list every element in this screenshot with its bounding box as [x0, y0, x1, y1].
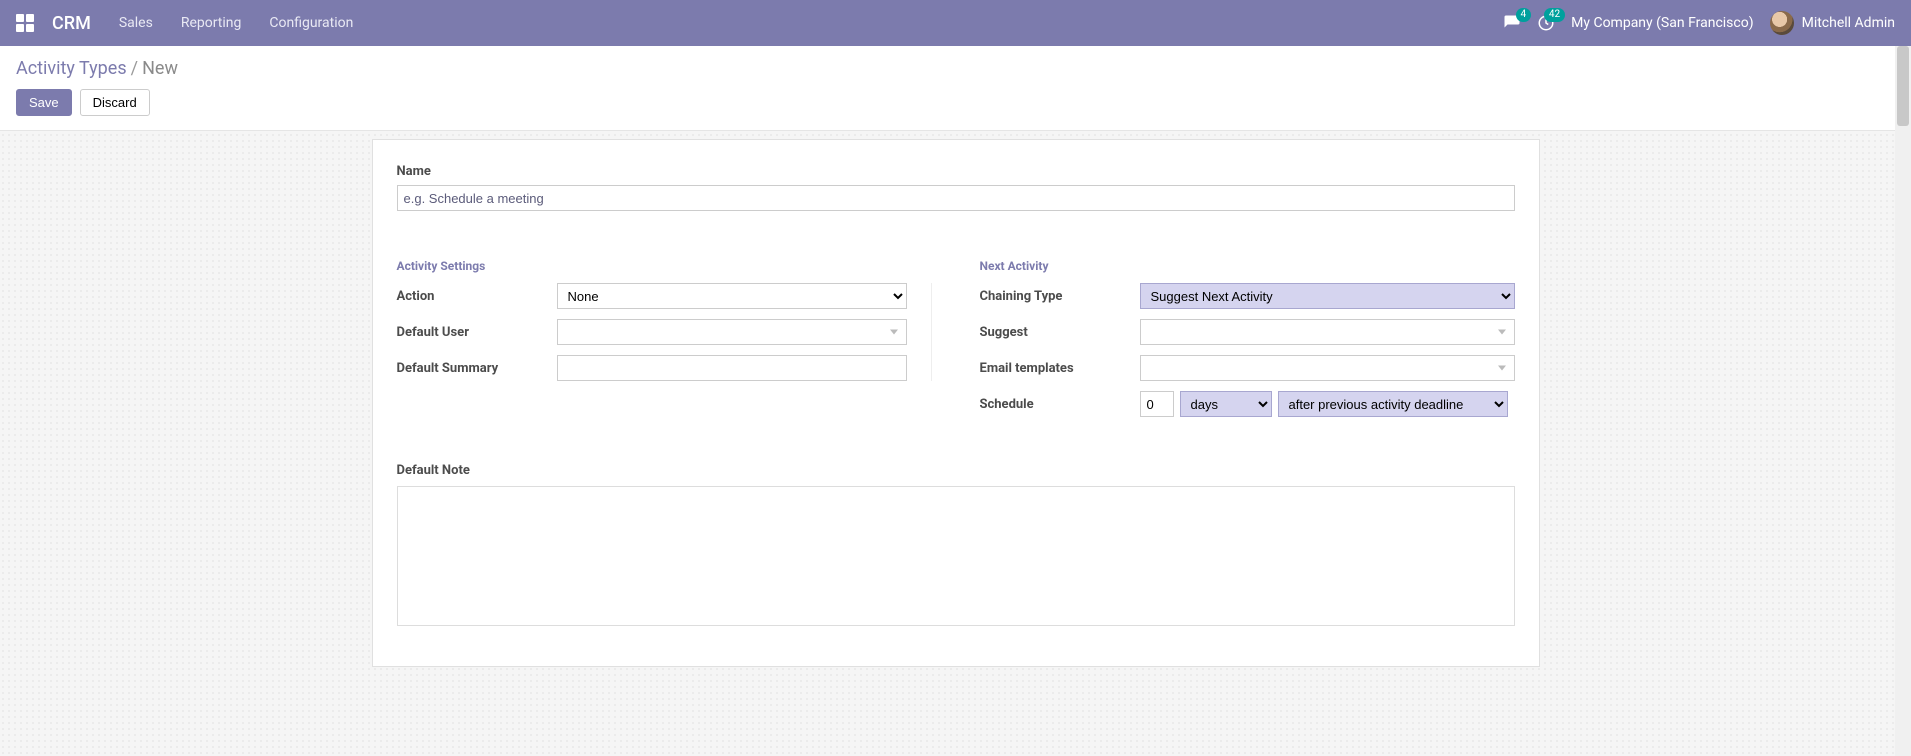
schedule-label: Schedule [980, 397, 1140, 412]
suggest-label: Suggest [980, 325, 1140, 340]
breadcrumb-parent[interactable]: Activity Types [16, 58, 127, 79]
apps-icon[interactable] [16, 14, 34, 32]
sheet-wrapper: Name Activity Settings Action None [0, 131, 1911, 707]
messages-badge: 4 [1516, 8, 1532, 22]
breadcrumb-sep: / [131, 58, 138, 79]
user-name: Mitchell Admin [1802, 15, 1895, 31]
control-panel: Activity Types / New Save Discard [0, 46, 1911, 131]
name-input[interactable] [397, 185, 1515, 211]
nav-configuration[interactable]: Configuration [269, 15, 353, 31]
avatar-icon [1770, 11, 1794, 35]
section-next-activity: Next Activity [980, 259, 1515, 273]
default-summary-input[interactable] [557, 355, 907, 381]
company-switcher[interactable]: My Company (San Francisco) [1571, 15, 1753, 31]
chaining-type-label: Chaining Type [980, 289, 1140, 304]
action-label: Action [397, 289, 557, 304]
schedule-count-input[interactable] [1140, 391, 1174, 417]
nav-reporting[interactable]: Reporting [181, 15, 242, 31]
email-templates-label: Email templates [980, 361, 1140, 376]
action-select[interactable]: None [557, 283, 907, 309]
default-user-select[interactable] [557, 319, 907, 345]
schedule-unit-select[interactable]: days [1180, 391, 1272, 417]
default-summary-label: Default Summary [397, 361, 557, 376]
breadcrumb-current: New [142, 58, 178, 79]
breadcrumb: Activity Types / New [16, 58, 1895, 79]
default-note-label: Default Note [397, 463, 1515, 478]
name-label: Name [397, 164, 1515, 179]
form-sheet: Name Activity Settings Action None [372, 139, 1540, 667]
app-brand[interactable]: CRM [52, 13, 91, 34]
nav-sales[interactable]: Sales [119, 15, 153, 31]
email-templates-select[interactable] [1140, 355, 1515, 381]
user-menu[interactable]: Mitchell Admin [1770, 11, 1895, 35]
save-button[interactable]: Save [16, 89, 72, 116]
top-navbar: CRM Sales Reporting Configuration 4 42 M… [0, 0, 1911, 46]
section-activity-settings: Activity Settings [397, 259, 932, 273]
activities-badge: 42 [1544, 8, 1565, 22]
default-note-editor[interactable] [397, 486, 1515, 626]
activities-icon[interactable]: 42 [1537, 14, 1555, 32]
scrollbar[interactable] [1895, 46, 1911, 756]
schedule-kind-select[interactable]: after previous activity deadline [1278, 391, 1508, 417]
default-user-label: Default User [397, 325, 557, 340]
messages-icon[interactable]: 4 [1503, 14, 1521, 32]
scrollbar-thumb[interactable] [1897, 46, 1909, 126]
discard-button[interactable]: Discard [80, 89, 150, 116]
suggest-select[interactable] [1140, 319, 1515, 345]
chaining-type-select[interactable]: Suggest Next Activity [1140, 283, 1515, 309]
